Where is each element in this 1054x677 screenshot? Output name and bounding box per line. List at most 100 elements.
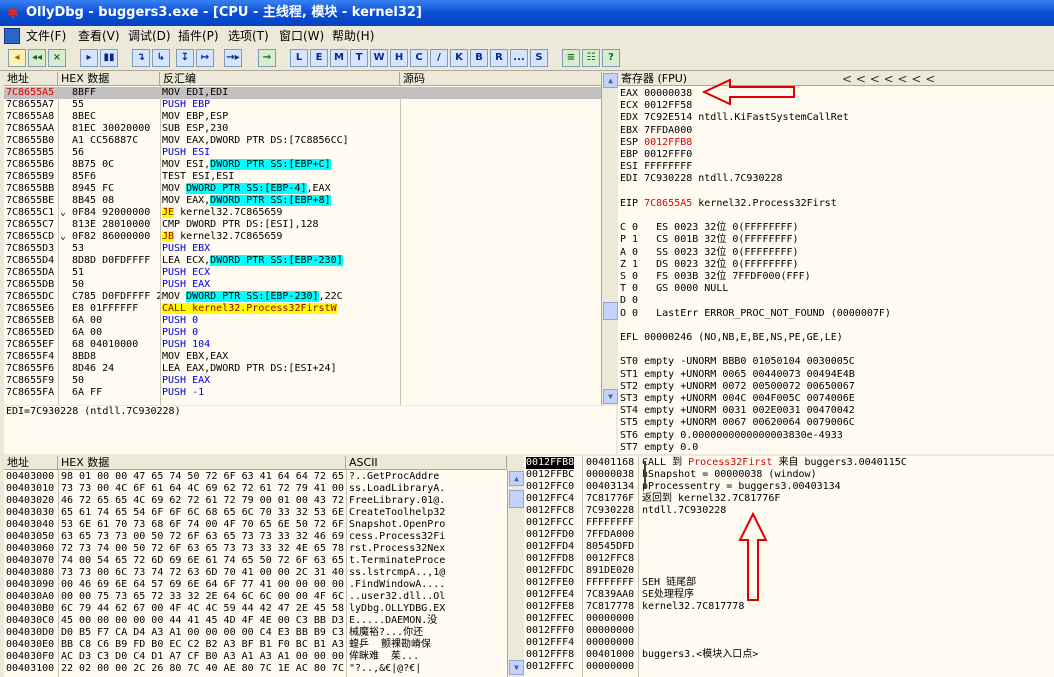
restart-icon[interactable]: ◂◂ — [28, 49, 46, 67]
open-icon[interactable]: ◂ — [8, 49, 26, 67]
register-line[interactable]: D 0 — [620, 295, 638, 307]
menu-options[interactable]: 选项(T) — [228, 26, 269, 46]
dump-row[interactable]: 004030F0 AC D3 C3 D0 C4 D1 A7 CF B0 A3 A1… — [4, 651, 507, 663]
toolbar-S-button[interactable]: S — [530, 49, 548, 67]
dump-scrollbar[interactable]: ▲ ▼ — [507, 470, 524, 677]
dump-row[interactable]: 004030B0 6C 79 44 62 67 00 4F 4C 4C 59 44… — [4, 603, 507, 615]
dump-row[interactable]: 00403060 72 73 74 00 50 72 6F 63 65 73 73… — [4, 543, 507, 555]
dump-scroll-up-icon[interactable]: ▲ — [509, 471, 524, 486]
stack-row[interactable]: 0012FFF0 00000000 — [524, 625, 1054, 637]
disasm-header-address[interactable]: 地址 — [4, 72, 58, 86]
disasm-row[interactable]: 7C8655EF 68 04010000 PUSH 104 — [4, 339, 602, 351]
stack-row[interactable]: 0012FFD4 80545DFD — [524, 541, 1054, 553]
scroll-down-icon[interactable]: ▼ — [603, 389, 618, 404]
run-icon[interactable]: ▸ — [80, 49, 98, 67]
register-line[interactable]: ESP 0012FFB8 — [620, 137, 692, 149]
register-line[interactable]: EDX 7C92E514 ntdll.KiFastSystemCallRet — [620, 112, 849, 124]
toolbar-M-button[interactable]: M — [330, 49, 348, 67]
register-line[interactable]: ST6 empty 0.0000000000000003830e-4933 — [620, 430, 843, 442]
register-line[interactable]: ECX 0012FF58 — [620, 100, 692, 112]
toolbar-L-button[interactable]: L — [290, 49, 308, 67]
disasm-row[interactable]: 7C8655FA 6A FF PUSH -1 — [4, 387, 602, 399]
register-line[interactable]: C 0 ES 0023 32位 0(FFFFFFFF) — [620, 222, 799, 234]
disasm-row[interactable]: 7C8655D3 53 PUSH EBX — [4, 243, 602, 255]
register-line[interactable]: ST0 empty -UNORM BBB0 01050104 0030005C — [620, 356, 855, 368]
dump-header-hex[interactable]: HEX 数据 — [58, 456, 346, 470]
stack-row[interactable]: 0012FFE0 FFFFFFFF SEH 链尾部 — [524, 577, 1054, 589]
dump-row[interactable]: 00403000 98 01 00 00 47 65 74 50 72 6F 63… — [4, 471, 507, 483]
dump-row[interactable]: 004030E0 BB C8 C6 B9 FD B0 EC C2 B2 A3 BF… — [4, 639, 507, 651]
stack-row[interactable]: 0012FFDC 891DE020 — [524, 565, 1054, 577]
menu-plugins[interactable]: 插件(P) — [178, 26, 219, 46]
disasm-row[interactable]: 7C8655A7 55 PUSH EBP — [4, 99, 602, 111]
register-line[interactable]: T 0 GS 0000 NULL — [620, 283, 728, 295]
disasm-row[interactable]: 7C8655DA 51 PUSH ECX — [4, 267, 602, 279]
register-line[interactable]: EIP 7C8655A5 kernel32.Process32First — [620, 198, 837, 210]
stack-row[interactable]: 0012FFF8 00401000 buggers3.<模块入口点> — [524, 649, 1054, 661]
scroll-thumb[interactable] — [603, 302, 618, 320]
disasm-row[interactable]: 7C8655BB 8945 FC MOV DWORD PTR SS:[EBP-4],… — [4, 183, 602, 195]
stack-row[interactable]: 0012FFEC 00000000 — [524, 613, 1054, 625]
stack-row[interactable]: 0012FFD8 0012FFC8 — [524, 553, 1054, 565]
disasm-row[interactable]: 7C8655B6 8B75 0C MOV ESI,DWORD PTR SS:[EBP… — [4, 159, 602, 171]
stack-row[interactable]: 0012FFCC FFFFFFFF — [524, 517, 1054, 529]
cpu-window-icon[interactable] — [4, 28, 20, 44]
stack-row[interactable]: 0012FFFC 00000000 — [524, 661, 1054, 673]
register-line[interactable]: Z 1 DS 0023 32位 0(FFFFFFFF) — [620, 259, 799, 271]
stack-row[interactable]: 0012FFBC 00000038 hSnapshot = 00000038 (wi… — [524, 469, 1054, 481]
register-line[interactable]: O 0 LastErr ERROR_PROC_NOT_FOUND (000000… — [620, 308, 891, 320]
register-line[interactable]: EBP 0012FFF0 — [620, 149, 692, 161]
trace-over-icon[interactable]: ↦ — [196, 49, 214, 67]
menu-window[interactable]: 窗口(W) — [279, 26, 324, 46]
disasm-row[interactable]: 7C8655C7 813E 28010000 CMP DWORD PTR DS:[E… — [4, 219, 602, 231]
dump-row[interactable]: 00403040 53 6E 61 70 73 68 6F 74 00 4F 70… — [4, 519, 507, 531]
goto-icon[interactable]: → — [258, 49, 276, 67]
toolbar-dots-button[interactable]: ... — [510, 49, 528, 67]
stack-row[interactable]: 0012FFF4 00000000 — [524, 637, 1054, 649]
register-line[interactable]: ST1 empty +UNORM 0065 00440073 00494E4B — [620, 369, 855, 381]
registers-header[interactable]: 寄存器 (FPU) < < < < < < < — [618, 72, 1054, 86]
stack-row[interactable]: 0012FFD0 7FFDA000 — [524, 529, 1054, 541]
execute-till-return-icon[interactable]: →▸ — [224, 49, 242, 67]
dump-scroll-down-icon[interactable]: ▼ — [509, 660, 524, 675]
disasm-row[interactable]: 7C8655ED 6A 00 PUSH 0 — [4, 327, 602, 339]
dump-header-ascii[interactable]: ASCII — [346, 456, 507, 470]
dump-row[interactable]: 00403030 65 61 74 65 54 6F 6F 6C 68 65 6C… — [4, 507, 507, 519]
disasm-header-source[interactable]: 源码 — [400, 72, 602, 86]
toolbar-E-button[interactable]: E — [310, 49, 328, 67]
close-debug-icon[interactable]: × — [48, 49, 66, 67]
register-line[interactable]: ST7 empty 0.0 — [620, 442, 698, 454]
register-nav-arrows[interactable]: < < < < < < < — [842, 72, 935, 86]
toolbar-K-button[interactable]: K — [450, 49, 468, 67]
scroll-up-icon[interactable]: ▲ — [603, 73, 618, 88]
disasm-row[interactable]: 7C8655BE 8B45 08 MOV EAX,DWORD PTR SS:[EBP… — [4, 195, 602, 207]
register-line[interactable]: EAX 00000038 — [620, 88, 692, 100]
dump-scroll-thumb[interactable] — [509, 490, 524, 508]
register-line[interactable]: ST3 empty +UNORM 004C 004F005C 0074006E — [620, 393, 855, 405]
disasm-row[interactable]: 7C8655A8 8BEC MOV EBP,ESP — [4, 111, 602, 123]
toolbar-T-button[interactable]: T — [350, 49, 368, 67]
stack-row[interactable]: 0012FFC4 7C81776F 返回到 kernel32.7C81776F — [524, 493, 1054, 505]
disasm-row[interactable]: 7C8655F9 50 PUSH EAX — [4, 375, 602, 387]
disasm-row[interactable]: 7C8655AA 81EC 30020000 SUB ESP,230 — [4, 123, 602, 135]
register-line[interactable]: ESI FFFFFFFF — [620, 161, 692, 173]
dump-row[interactable]: 00403010 73 73 00 4C 6F 61 64 4C 69 62 72… — [4, 483, 507, 495]
disasm-row[interactable]: 7C8655D4 8D8D D0FDFFFF LEA ECX,DWORD PTR S… — [4, 255, 602, 267]
disasm-header-asm[interactable]: 反汇编 — [160, 72, 400, 86]
register-line[interactable]: A 0 SS 0023 32位 0(FFFFFFFF) — [620, 247, 799, 259]
menu-debug[interactable]: 调试(D) — [128, 26, 171, 46]
dump-row[interactable]: 00403090 00 46 69 6E 64 57 69 6E 64 6F 77… — [4, 579, 507, 591]
stack-row[interactable]: 0012FFE4 7C839AA0 SE处理程序 — [524, 589, 1054, 601]
register-line[interactable]: P 1 CS 001B 32位 0(FFFFFFFF) — [620, 234, 799, 246]
step-over-icon[interactable]: ↳ — [152, 49, 170, 67]
toolbar-H-button[interactable]: H — [390, 49, 408, 67]
menu-view[interactable]: 查看(V) — [78, 26, 120, 46]
disasm-scrollbar[interactable]: ▲ ▼ — [601, 72, 618, 405]
dump-row[interactable]: 004030A0 00 00 75 73 65 72 33 32 2E 64 6C… — [4, 591, 507, 603]
trace-into-icon[interactable]: ↧ — [176, 49, 194, 67]
grid-icon[interactable]: ☷ — [582, 49, 600, 67]
disasm-row[interactable]: 7C8655EB 6A 00 PUSH 0 — [4, 315, 602, 327]
register-line[interactable]: EDI 7C930228 ntdll.7C930228 — [620, 173, 783, 185]
toolbar-W-button[interactable]: W — [370, 49, 388, 67]
disasm-row[interactable]: 7C8655CD ⌄ 0F82 86000000 JB kernel32.7C8656… — [4, 231, 602, 243]
